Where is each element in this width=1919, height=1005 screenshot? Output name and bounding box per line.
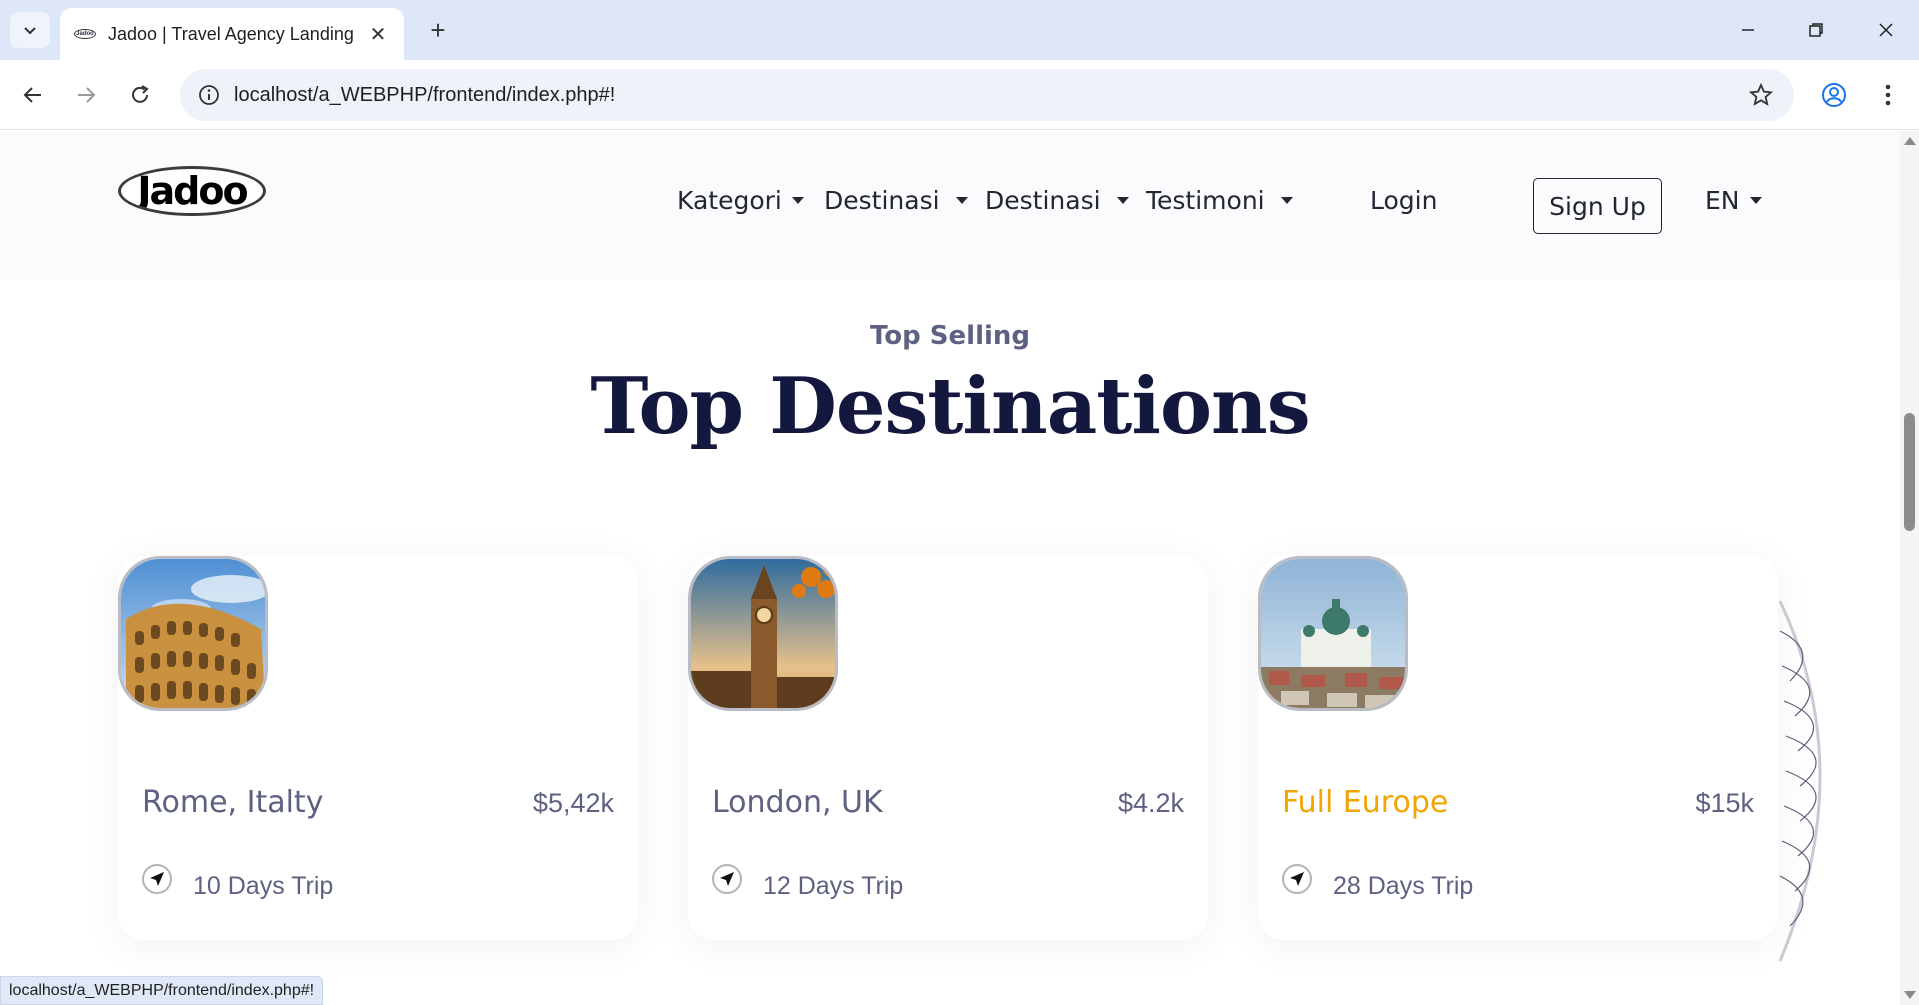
signup-button[interactable]: Sign Up <box>1533 178 1662 234</box>
browser-toolbar: localhost/a_WEBPHP/frontend/index.php#! <box>0 60 1919 130</box>
navigation-arrow-icon <box>712 864 742 894</box>
logo-text: Jadoo <box>137 169 248 213</box>
destination-card[interactable]: Rome, Italty $5,42k 10 Days Trip <box>118 556 638 940</box>
caret-down-icon <box>791 197 804 204</box>
kebab-menu-icon[interactable] <box>1868 75 1908 115</box>
page-scrollbar[interactable] <box>1900 131 1919 1005</box>
reload-icon[interactable] <box>120 75 160 115</box>
address-bar[interactable]: localhost/a_WEBPHP/frontend/index.php#! <box>180 69 1794 121</box>
section-title: Top Destinations <box>590 361 1310 452</box>
login-label: Login <box>1370 186 1438 215</box>
scroll-up-arrow-icon[interactable] <box>1904 137 1916 145</box>
destination-card[interactable]: London, UK $4.2k 12 Days Trip <box>688 556 1208 940</box>
login-link[interactable]: Login <box>1370 186 1437 215</box>
nav-destinasi-dropdown-2[interactable]: Destinasi <box>985 186 1129 215</box>
destination-image-colosseum <box>118 556 268 711</box>
scrollbar-thumb[interactable] <box>1904 413 1915 531</box>
destination-trip-length: 12 Days Trip <box>763 872 904 900</box>
browser-tab-active[interactable]: Jadoo Jadoo | Travel Agency Landing Page… <box>60 8 404 60</box>
scroll-down-arrow-icon[interactable] <box>1904 991 1916 999</box>
navigation-arrow-icon <box>1282 864 1312 894</box>
destination-trip-length: 10 Days Trip <box>193 872 334 900</box>
minimize-icon[interactable] <box>1722 10 1774 50</box>
chevron-down-icon <box>24 27 36 35</box>
nav-kategori-dropdown[interactable]: Kategori <box>677 186 804 215</box>
nav-item-label: Destinasi <box>824 186 940 215</box>
destination-name: London, UK <box>712 785 883 820</box>
page-viewport: Jadoo Kategori Destinasi Destinasi Testi… <box>0 131 1900 1005</box>
decorative-swirl-graphic <box>1778 600 1822 962</box>
destination-trip-length: 28 Days Trip <box>1333 872 1474 900</box>
destination-name: Full Europe <box>1282 785 1449 820</box>
tab-title: Jadoo | Travel Agency Landing Page <box>108 23 360 44</box>
link-status-bubble: localhost/a_WEBPHP/frontend/index.php#! <box>0 976 324 1005</box>
back-icon[interactable] <box>13 75 53 115</box>
caret-down-icon <box>1749 197 1762 204</box>
favicon-icon: Jadoo <box>74 29 96 39</box>
profile-icon[interactable] <box>1814 75 1854 115</box>
restore-icon[interactable] <box>1790 10 1842 50</box>
browser-tabstrip: Jadoo Jadoo | Travel Agency Landing Page… <box>0 0 1919 60</box>
caret-down-icon <box>955 197 968 204</box>
site-navbar: Jadoo Kategori Destinasi Destinasi Testi… <box>0 131 1900 280</box>
url-text: localhost/a_WEBPHP/frontend/index.php#! <box>234 83 616 106</box>
new-tab-button[interactable]: + <box>422 14 454 46</box>
nav-item-label: Kategori <box>677 186 782 215</box>
nav-testimoni-dropdown[interactable]: Testimoni <box>1146 186 1293 215</box>
nav-item-label: Destinasi <box>985 186 1101 215</box>
caret-down-icon <box>1116 197 1129 204</box>
destination-card[interactable]: Full Europe $15k 28 Days Trip <box>1258 556 1778 940</box>
caret-down-icon <box>1280 197 1293 204</box>
tab-search-button[interactable] <box>10 12 50 48</box>
destination-price: $4.2k <box>1117 788 1184 818</box>
destination-image-big-ben <box>688 556 838 711</box>
forward-icon[interactable] <box>66 75 106 115</box>
section-eyebrow: Top Selling <box>869 321 1031 351</box>
destination-image-helsinki <box>1258 556 1408 711</box>
destination-name: Rome, Italty <box>142 785 324 820</box>
language-label: EN <box>1705 186 1740 215</box>
destination-price: $5,42k <box>532 788 614 818</box>
nav-destinasi-dropdown[interactable]: Destinasi <box>824 186 968 215</box>
bookmark-star-icon[interactable] <box>1748 82 1774 108</box>
close-tab-icon[interactable]: ✕ <box>366 22 390 46</box>
navigation-arrow-icon <box>142 864 172 894</box>
nav-item-label: Testimoni <box>1146 186 1265 215</box>
close-window-icon[interactable] <box>1860 10 1912 50</box>
site-logo[interactable]: Jadoo <box>118 166 266 216</box>
site-info-icon[interactable] <box>184 69 234 121</box>
language-dropdown[interactable]: EN <box>1705 186 1762 215</box>
